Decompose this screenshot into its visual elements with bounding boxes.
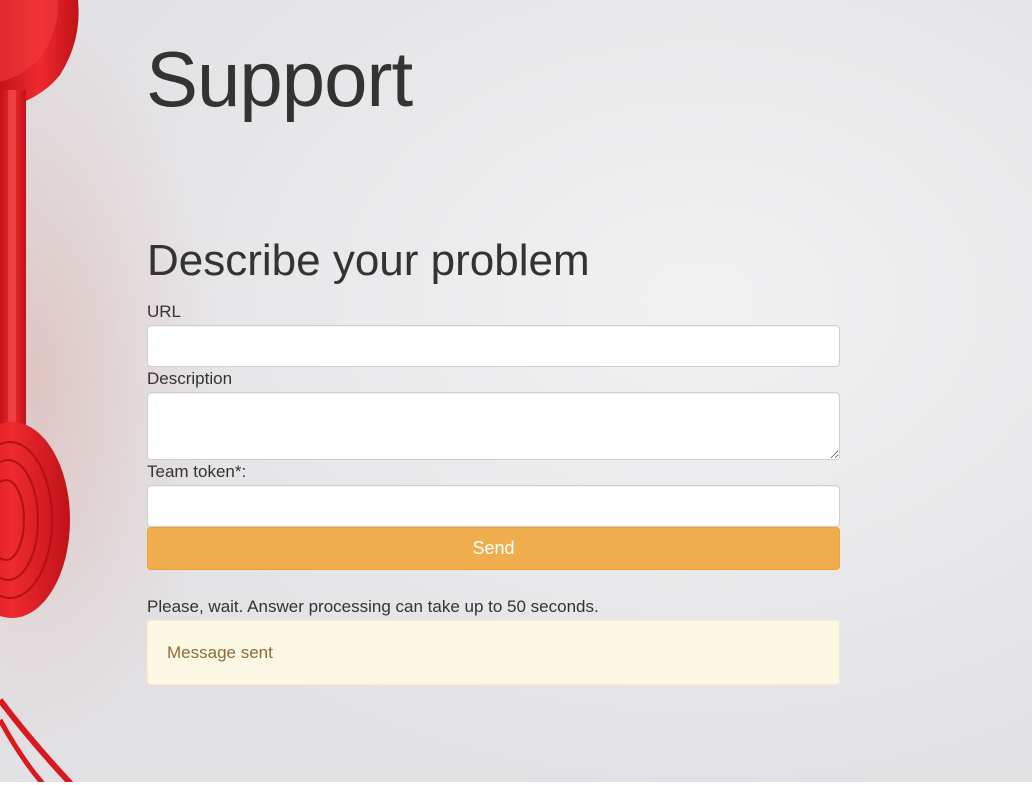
team-token-label: Team token*: [147,462,247,481]
telephone-handset-image [0,0,79,785]
alert-text: Message sent [167,643,273,662]
page-title: Support [146,35,413,123]
description-textarea[interactable] [147,392,840,460]
section-title: Describe your problem [147,236,590,285]
url-input[interactable] [147,325,840,367]
team-token-input[interactable] [147,485,840,527]
wait-note: Please, wait. Answer processing can take… [147,597,599,616]
url-label: URL [147,302,182,321]
description-label: Description [147,369,233,388]
send-button[interactable]: Send [147,527,840,570]
message-sent-alert: Message sent [147,620,840,685]
